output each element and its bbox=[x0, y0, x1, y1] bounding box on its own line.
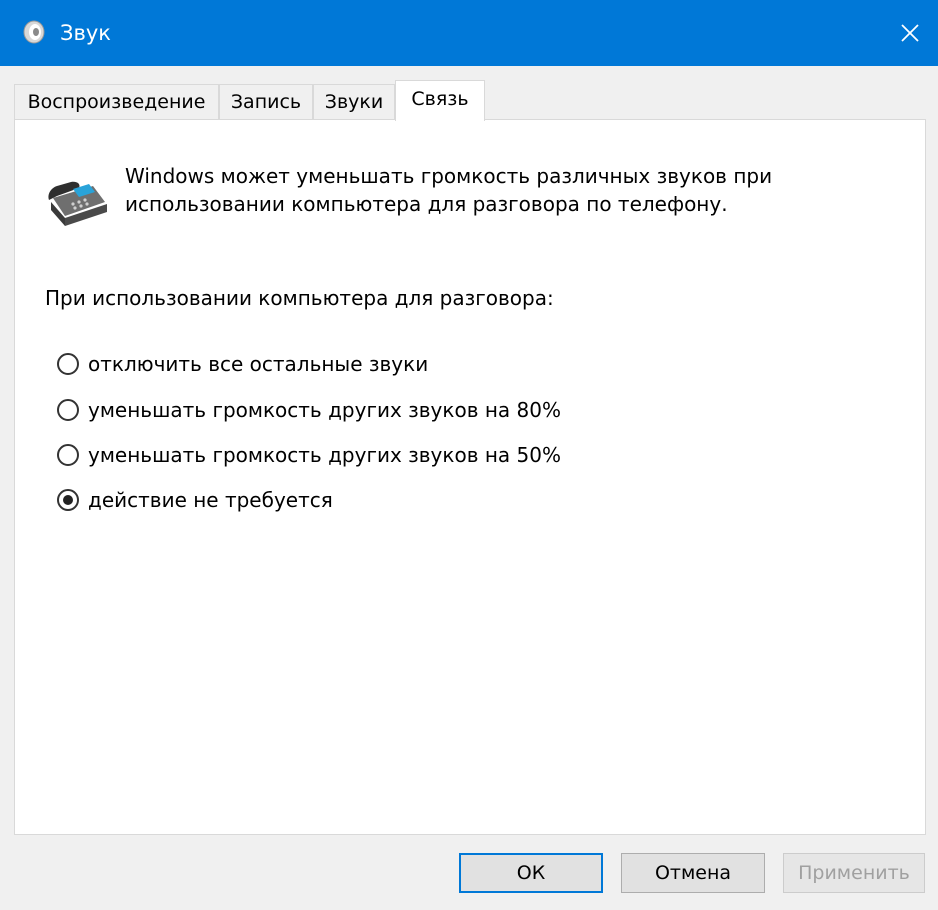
ok-button[interactable]: ОК bbox=[459, 853, 603, 893]
cancel-button[interactable]: Отмена bbox=[621, 853, 765, 893]
title-bar[interactable]: Звук bbox=[0, 0, 938, 66]
radio-button[interactable] bbox=[57, 353, 79, 375]
communications-panel: Windows может уменьшать громкость различ… bbox=[14, 119, 926, 835]
tab-communications[interactable]: Связь bbox=[395, 80, 485, 121]
description-line-1: Windows может уменьшать громкость различ… bbox=[125, 164, 773, 188]
tab-playback[interactable]: Воспроизведение bbox=[14, 84, 219, 120]
radio-label: действие не требуется bbox=[88, 488, 333, 512]
radio-label: уменьшать громкость других звуков на 50% bbox=[88, 443, 561, 467]
option-reduce-80[interactable]: уменьшать громкость других звуков на 80% bbox=[57, 395, 561, 425]
radio-label: отключить все остальные звуки bbox=[88, 352, 429, 376]
window-title: Звук bbox=[60, 21, 111, 45]
radio-button[interactable] bbox=[57, 444, 79, 466]
radio-button-selected[interactable] bbox=[57, 489, 79, 511]
option-reduce-50[interactable]: уменьшать громкость других звуков на 50% bbox=[57, 440, 561, 470]
description-line-2: использовании компьютера для разговора п… bbox=[125, 192, 728, 216]
tab-strip: Воспроизведение Запись Звуки Связь bbox=[14, 80, 926, 121]
radio-button[interactable] bbox=[57, 399, 79, 421]
close-icon bbox=[901, 24, 919, 42]
apply-button[interactable]: Применить bbox=[783, 853, 925, 893]
options-group-label: При использовании компьютера для разгово… bbox=[45, 286, 554, 310]
radio-label: уменьшать громкость других звуков на 80% bbox=[88, 398, 561, 422]
tab-sounds[interactable]: Звуки bbox=[313, 84, 395, 120]
close-button[interactable] bbox=[890, 14, 930, 52]
option-mute-all[interactable]: отключить все остальные звуки bbox=[57, 349, 428, 379]
description-text: Windows может уменьшать громкость различ… bbox=[125, 162, 885, 218]
tab-recording[interactable]: Запись bbox=[219, 84, 313, 120]
option-do-nothing[interactable]: действие не требуется bbox=[57, 485, 333, 515]
phone-icon bbox=[47, 172, 109, 228]
speaker-icon bbox=[22, 20, 46, 44]
